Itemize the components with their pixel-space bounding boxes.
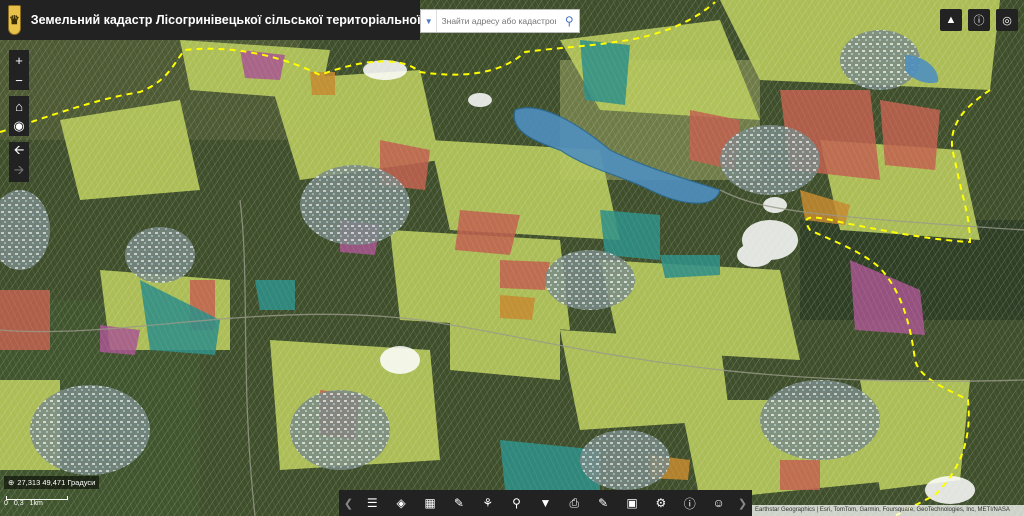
- layer-list-icon[interactable]: ☰: [361, 496, 383, 510]
- query-icon[interactable]: ⚲: [506, 496, 528, 510]
- scale-label-mid: 0,3: [13, 500, 24, 507]
- widget-toolbar: ❮ ☰ ◈ ▦ ✎ ⚘ ⚲ ▼ ⎙ ✎ ▣ ⚙ ⓘ ☺ ❯: [339, 490, 752, 516]
- draw-icon[interactable]: ⚘: [477, 496, 499, 510]
- extent-controls: 🡨 🡪: [9, 142, 29, 182]
- print-icon[interactable]: ⎙: [563, 496, 585, 511]
- scale-label-0: 0: [4, 500, 8, 507]
- coordinate-readout: ⊕ 27,313 49,471 Градуси: [4, 476, 100, 489]
- forward-icon[interactable]: 🡪: [9, 162, 29, 182]
- basemap-icon[interactable]: ▲: [940, 9, 962, 31]
- coat-of-arms-icon: ♛: [8, 5, 21, 35]
- search-input[interactable]: [437, 16, 560, 26]
- back-icon[interactable]: 🡨: [9, 142, 29, 162]
- crosshair-icon[interactable]: ⊕: [8, 478, 14, 487]
- zoom-controls: + −: [9, 50, 29, 90]
- locate-icon[interactable]: ◉: [9, 116, 29, 136]
- toolbar-next-icon[interactable]: ❯: [736, 497, 748, 510]
- analysis-icon[interactable]: ⚙: [650, 496, 672, 510]
- toolbar-prev-icon[interactable]: ❮: [342, 497, 354, 510]
- search-icon[interactable]: ⚲: [560, 10, 579, 32]
- home-icon[interactable]: ⌂: [9, 96, 29, 116]
- basemap-gallery-icon[interactable]: ▦: [419, 496, 441, 510]
- map-attribution: Earthstar Geographics | Esri, TomTom, Ga…: [752, 505, 1024, 516]
- about-icon[interactable]: ⓘ: [679, 495, 701, 512]
- search-source-dropdown[interactable]: ▼: [421, 10, 438, 32]
- filter-icon[interactable]: ▼: [534, 496, 556, 510]
- header-bar: ♛ Земельний кадастр Лісогринівецької сіл…: [0, 0, 476, 40]
- coordinate-text: 27,313 49,471 Градуси: [17, 478, 96, 487]
- measure-icon[interactable]: ✎: [448, 496, 470, 510]
- scale-label-end: 1km: [29, 500, 43, 507]
- home-controls: ⌂ ◉: [9, 96, 29, 136]
- search-widget: ▼ ⚲: [420, 9, 580, 33]
- scale-labels: 0 0,3 1km: [4, 500, 43, 507]
- app-title: Земельний кадастр Лісогринівецької сільс…: [30, 13, 477, 27]
- zoom-out-icon[interactable]: −: [9, 70, 29, 90]
- smile-icon[interactable]: ☺: [708, 496, 730, 510]
- compass-icon[interactable]: ◎: [996, 9, 1018, 31]
- layers-icon[interactable]: ◈: [390, 496, 412, 510]
- swipe-icon[interactable]: ▣: [621, 496, 643, 510]
- info-icon[interactable]: ⓘ: [968, 9, 990, 31]
- zoom-in-icon[interactable]: +: [9, 50, 29, 70]
- edit-icon[interactable]: ✎: [592, 496, 614, 510]
- map-canvas[interactable]: [0, 0, 1024, 516]
